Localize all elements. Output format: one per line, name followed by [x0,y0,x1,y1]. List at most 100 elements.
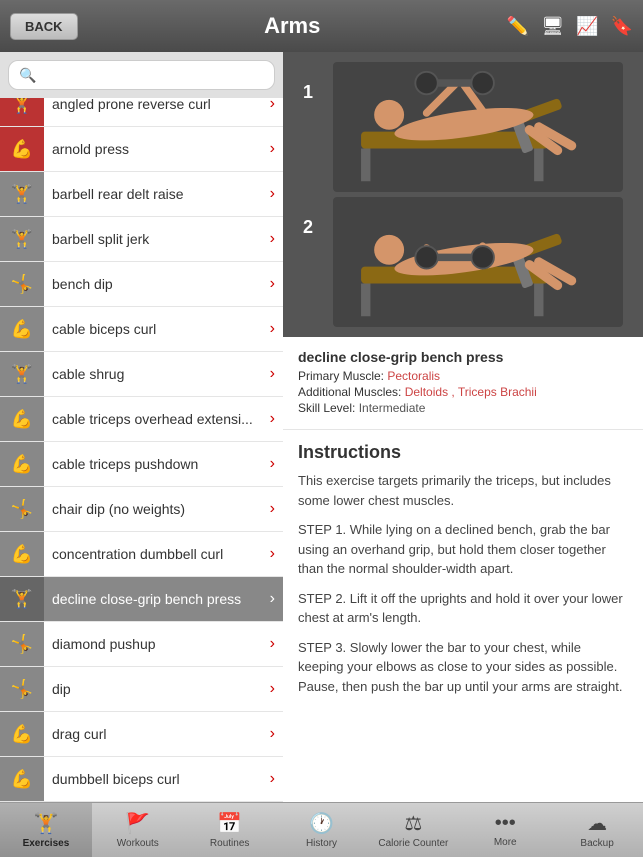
header-icons: ✏️ 🖥 📈 🔖 [507,16,633,37]
exercise-chevron-barbell-rear-delt-raise: › [270,185,275,203]
exercise-chevron-cable-biceps-curl: › [270,320,275,338]
exercise-step-1: 1 [303,62,623,192]
page-title: Arms [78,13,507,39]
exercise-thumb-concentration-dumbbell-curl: 💪 [0,532,44,576]
exercise-item-dumbbell-biceps-curl[interactable]: 💪 dumbbell biceps curl› [0,757,283,802]
exercise-item-cable-triceps-overhead-extensi[interactable]: 💪cable triceps overhead extensi...› [0,397,283,442]
bookmark-icon[interactable]: 🔖 [611,16,633,37]
chart-icon[interactable]: 📈 [576,16,598,37]
dumbbell-icon: 🏋 [33,811,58,836]
exercise-item-angled-prone-reverse-curl[interactable]: 🏋 angled prone reverse curl› [0,98,283,127]
exercise-name-cable-triceps-pushdown: cable triceps pushdown [52,456,270,473]
exercise-chevron-drag-curl: › [270,725,275,743]
tab-history[interactable]: 🕐 History [276,803,368,857]
exercise-item-cable-shrug[interactable]: 🏋cable shrug› [0,352,283,397]
tab-routines[interactable]: 📅 Routines [184,803,276,857]
step-image-1 [333,62,623,192]
calendar-icon: 📅 [217,811,242,836]
step3-text: STEP 3. Slowly lower the bar to your che… [298,638,628,697]
exercise-thumb-bench-dip: 🤸 [0,262,44,306]
exercise-thumb-cable-biceps-curl: 💪 [0,307,44,351]
tab-label-history: History [306,838,337,849]
exercise-thumb-angled-prone-reverse-curl: 🏋 [0,98,44,126]
instructions-title: Instructions [298,442,628,463]
exercise-chevron-arnold-press: › [270,140,275,158]
step1-text: STEP 1. While lying on a declined bench,… [298,520,628,579]
tab-backup[interactable]: ☁Backup [551,803,643,857]
tab-label-backup: Backup [580,838,613,849]
monitor-icon[interactable]: 🖥 [541,16,564,37]
exercise-item-barbell-split-jerk[interactable]: 🏋barbell split jerk› [0,217,283,262]
exercise-chevron-barbell-split-jerk: › [270,230,275,248]
detail-panel: 1 [283,52,643,802]
back-button[interactable]: BACK [10,13,78,40]
exercise-thumb-cable-shrug: 🏋 [0,352,44,396]
exercise-thumb-decline-close-grip-bench-press: 🏋 [0,577,44,621]
tab-calorie-counter[interactable]: ⚖ Calorie Counter [367,803,459,857]
scale-icon: ⚖ [404,811,422,836]
step-number-2: 2 [303,197,323,238]
exercise-chevron-dip: › [270,680,275,698]
exercise-images: 1 [283,52,643,337]
clock-icon: 🕐 [309,811,334,836]
exercise-chevron-cable-triceps-pushdown: › [270,455,275,473]
exercise-name-dumbbell-biceps-curl: dumbbell biceps curl [52,771,270,788]
exercise-thumb-chair-dip-no-weights: 🤸 [0,487,44,531]
exercise-name-angled-prone-reverse-curl: angled prone reverse curl [52,98,270,112]
exercise-item-diamond-pushup[interactable]: 🤸diamond pushup› [0,622,283,667]
exercise-item-concentration-dumbbell-curl[interactable]: 💪concentration dumbbell curl› [0,532,283,577]
skill-label: Skill Level: [298,401,359,415]
exercise-chevron-decline-close-grip-bench-press: › [270,590,275,608]
exercise-item-cable-biceps-curl[interactable]: 💪 cable biceps curl› [0,307,283,352]
tab-label-workouts: Workouts [117,838,159,849]
exercise-info: decline close-grip bench press Primary M… [283,337,643,430]
tab-label-calorie-counter: Calorie Counter [378,838,448,849]
additional-muscles-row: Additional Muscles: Deltoids , Triceps B… [298,385,628,399]
exercise-thumb-cable-triceps-overhead-extensi: 💪 [0,397,44,441]
tab-more[interactable]: ••• More [459,803,551,857]
dots-icon: ••• [495,812,516,835]
exercise-item-barbell-rear-delt-raise[interactable]: 🏋barbell rear delt raise› [0,172,283,217]
step2-text: STEP 2. Lift it off the uprights and hol… [298,589,628,628]
exercise-name-decline-close-grip-bench-press: decline close-grip bench press [52,591,270,608]
skill-level: Intermediate [359,401,426,415]
exercise-item-bench-dip[interactable]: 🤸bench dip› [0,262,283,307]
exercise-chevron-dumbbell-biceps-curl: › [270,770,275,788]
edit-icon[interactable]: ✏️ [507,16,529,37]
intro-text: This exercise targets primarily the tric… [298,471,628,510]
primary-label: Primary Muscle: [298,369,387,383]
exercise-item-chair-dip-no-weights[interactable]: 🤸chair dip (no weights)› [0,487,283,532]
exercise-step-2: 2 [303,197,623,327]
primary-muscle-row: Primary Muscle: Pectoralis [298,369,628,383]
tab-label-routines: Routines [210,838,249,849]
exercise-chevron-angled-prone-reverse-curl: › [270,98,275,113]
exercise-name-cable-biceps-curl: cable biceps curl [52,321,270,338]
primary-muscle: Pectoralis [387,369,440,383]
exercise-item-dip[interactable]: 🤸dip› [0,667,283,712]
tab-exercises[interactable]: 🏋 Exercises [0,803,92,857]
exercise-name-arnold-press: arnold press [52,141,270,158]
search-input[interactable] [8,60,275,90]
exercise-chevron-concentration-dumbbell-curl: › [270,545,275,563]
exercise-item-drag-curl[interactable]: 💪 drag curl› [0,712,283,757]
exercise-item-arnold-press[interactable]: 💪arnold press› [0,127,283,172]
exercise-name-bench-dip: bench dip [52,276,270,293]
exercise-name-drag-curl: drag curl [52,726,270,743]
tab-label-more: More [494,837,517,848]
exercise-thumb-diamond-pushup: 🤸 [0,622,44,666]
exercise-item-decline-close-grip-bench-press[interactable]: 🏋 decline close-grip bench press› [0,577,283,622]
exercise-thumb-dumbbell-biceps-curl: 💪 [0,757,44,801]
header: BACK Arms ✏️ 🖥 📈 🔖 [0,0,643,52]
additional-muscles: Deltoids , Triceps Brachii [405,385,537,399]
tab-workouts[interactable]: 🚩 Workouts [92,803,184,857]
tab-label-exercises: Exercises [23,838,70,849]
exercise-item-cable-triceps-pushdown[interactable]: 💪cable triceps pushdown› [0,442,283,487]
flag-icon: 🚩 [125,811,150,836]
exercise-name-cable-shrug: cable shrug [52,366,270,383]
exercise-chevron-cable-triceps-overhead-extensi: › [270,410,275,428]
exercise-list-panel: 🏋angled prone curl›🏋angled prone reverse… [0,52,283,802]
exercise-thumb-drag-curl: 💪 [0,712,44,756]
exercise-name-diamond-pushup: diamond pushup [52,636,270,653]
instructions-section: Instructions This exercise targets prima… [283,430,643,718]
exercise-detail-title: decline close-grip bench press [298,349,628,365]
